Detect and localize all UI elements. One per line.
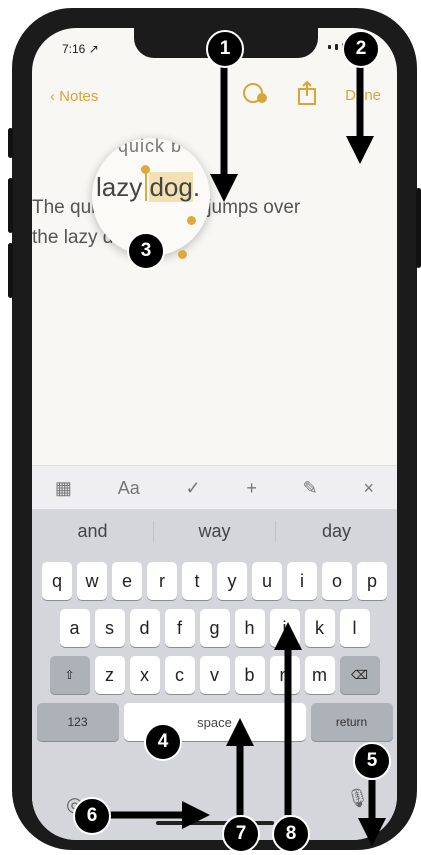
callout-7: 7 — [222, 815, 260, 853]
key[interactable]: q — [42, 562, 72, 600]
callout-4: 4 — [144, 723, 182, 761]
markup-icon[interactable]: ✎ — [303, 478, 318, 499]
callout-2: 2 — [342, 30, 380, 68]
power-button — [416, 188, 421, 268]
note-body[interactable]: The quick brown fox jumps over the lazy … — [32, 193, 397, 253]
numbers-key[interactable]: 123 — [36, 703, 119, 741]
silent-switch — [8, 128, 13, 158]
key[interactable]: r — [147, 562, 177, 600]
selection-start-bar — [145, 171, 147, 201]
magnifier-text: . — [192, 172, 201, 202]
keyboard: and way day q w e r t y u i o p a s d f … — [32, 509, 397, 840]
chevron-left-icon: ‹ — [50, 88, 60, 105]
note-line-1: The quick brown fox jumps over — [32, 197, 301, 218]
volume-up-button — [8, 178, 13, 233]
share-icon[interactable] — [297, 80, 317, 111]
key[interactable]: o — [322, 562, 352, 600]
share-note-icon[interactable] — [243, 81, 269, 110]
note-line-2: the lazy dog. — [32, 227, 140, 248]
magnifier-main-text: lazy dog. — [96, 172, 200, 203]
shift-key[interactable]: ⇧ — [49, 656, 90, 694]
delete-key[interactable]: ⌫ — [339, 656, 380, 694]
backspace-icon: ⌫ — [351, 668, 368, 682]
back-button[interactable]: ‹ Notes — [50, 88, 98, 105]
key[interactable]: j — [269, 609, 300, 647]
suggestion-item[interactable]: way — [154, 520, 276, 542]
key[interactable]: a — [59, 609, 90, 647]
suggestion-item[interactable]: day — [276, 521, 397, 542]
close-icon[interactable]: × — [364, 478, 375, 499]
format-toolbar: ▦ Aa ✓ + ✎ × — [32, 465, 397, 510]
key[interactable]: f — [164, 609, 195, 647]
callout-1: 1 — [206, 30, 244, 68]
back-label: Notes — [59, 88, 99, 105]
suggestion-bar: and way day — [32, 509, 397, 553]
key[interactable]: y — [217, 562, 247, 600]
key[interactable]: l — [339, 609, 370, 647]
key[interactable]: u — [252, 562, 282, 600]
key[interactable]: p — [357, 562, 387, 600]
magnifier-text: lazy — [96, 172, 150, 202]
key[interactable]: m — [304, 656, 335, 694]
key[interactable]: s — [94, 609, 125, 647]
signal-bar — [335, 44, 338, 50]
key[interactable]: d — [129, 609, 160, 647]
key[interactable]: i — [287, 562, 317, 600]
signal-icon — [328, 45, 331, 49]
key[interactable]: k — [304, 609, 335, 647]
table-icon[interactable]: ▦ — [55, 478, 72, 499]
key[interactable]: b — [234, 656, 265, 694]
key[interactable]: z — [94, 656, 125, 694]
screen: 7:16 ↗ ‹ Notes Done The quick brown fox … — [32, 28, 397, 840]
done-button[interactable]: Done — [345, 87, 381, 104]
key[interactable]: w — [77, 562, 107, 600]
callout-5: 5 — [353, 742, 391, 780]
callout-8: 8 — [272, 815, 310, 853]
checklist-icon[interactable]: ✓ — [186, 478, 201, 499]
callout-6: 6 — [73, 797, 111, 835]
selection-handle[interactable] — [178, 250, 187, 259]
status-time: 7:16 ↗ — [62, 42, 99, 56]
key[interactable]: h — [234, 609, 265, 647]
key[interactable]: c — [164, 656, 195, 694]
return-key[interactable]: return — [310, 703, 393, 741]
format-icon[interactable]: Aa — [118, 478, 140, 499]
shift-icon: ⇧ — [64, 668, 75, 682]
volume-down-button — [8, 243, 13, 298]
key-row-1: q w e r t y u i o p — [32, 562, 397, 600]
key[interactable]: x — [129, 656, 160, 694]
key[interactable]: n — [269, 656, 300, 694]
key-row-4: 123 space return — [32, 703, 397, 741]
selection-end-handle[interactable] — [187, 216, 196, 225]
callout-3: 3 — [127, 232, 165, 270]
key[interactable]: t — [182, 562, 212, 600]
microphone-icon[interactable]: 🎙 — [346, 788, 369, 809]
key[interactable]: e — [112, 562, 142, 600]
nav-actions: Done — [243, 80, 381, 111]
key-row-2: a s d f g h j k l — [32, 609, 397, 647]
magnifier-top-text: quick b — [118, 138, 183, 156]
suggestion-item[interactable]: and — [32, 520, 154, 542]
key[interactable]: v — [199, 656, 230, 694]
magnifier-selection: dog — [149, 172, 193, 202]
key-row-3: ⇧ z x c v b n m ⌫ — [32, 656, 397, 694]
key[interactable]: g — [199, 609, 230, 647]
add-icon[interactable]: + — [246, 478, 257, 499]
